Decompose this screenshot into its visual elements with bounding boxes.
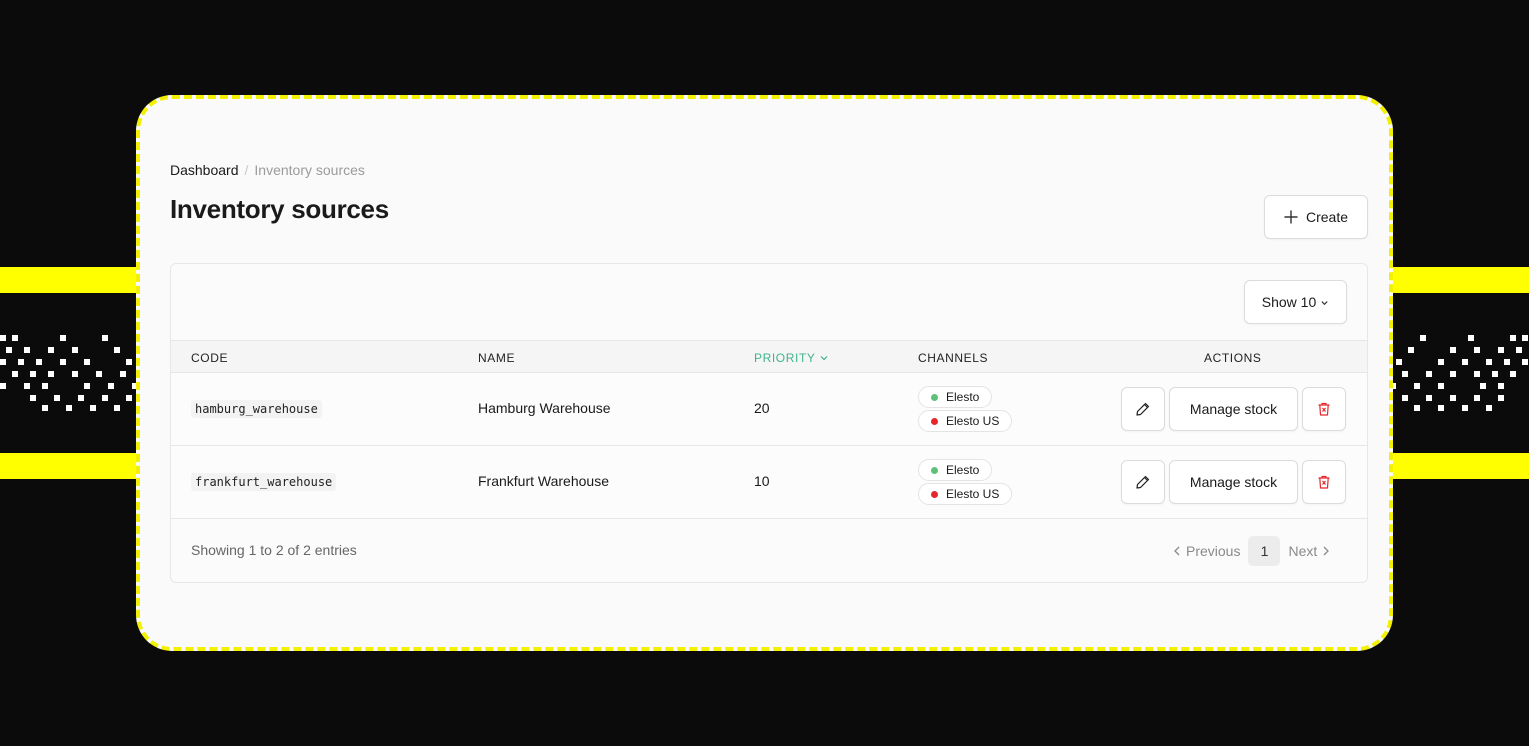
page-size-label: Show 10 (1261, 294, 1317, 310)
channel-label: Elesto US (946, 487, 1000, 501)
table-row: hamburg_warehouse Hamburg Warehouse 20 E… (171, 373, 1367, 446)
channel-label: Elesto (946, 463, 980, 477)
source-name: Hamburg Warehouse (478, 400, 611, 416)
plus-icon (1284, 210, 1298, 224)
channel-label: Elesto (946, 390, 980, 404)
column-header-priority[interactable]: PRIORITY (754, 351, 829, 365)
create-button-label: Create (1305, 209, 1349, 225)
channel-badge: Elesto (918, 386, 993, 408)
channel-badge: Elesto (918, 459, 993, 481)
column-header-priority-label: PRIORITY (754, 351, 816, 365)
entries-summary: Showing 1 to 2 of 2 entries (191, 542, 357, 558)
source-priority: 20 (754, 400, 770, 416)
delete-button[interactable] (1302, 387, 1346, 431)
channel-badge: Elesto US (918, 483, 1013, 505)
pagination: Previous 1 Next (1172, 536, 1331, 566)
next-page-button[interactable]: Next (1288, 543, 1331, 559)
status-dot-icon (931, 466, 938, 474)
edit-button[interactable] (1121, 387, 1165, 431)
chevron-right-icon (1323, 546, 1330, 556)
breadcrumb-dashboard-link[interactable]: Dashboard (170, 162, 239, 178)
source-priority: 10 (754, 473, 770, 489)
chevron-down-icon (1321, 300, 1328, 305)
manage-stock-button[interactable]: Manage stock (1169, 460, 1298, 504)
status-dot-icon (931, 393, 938, 401)
channel-badge: Elesto US (918, 410, 1013, 432)
app-window: Dashboard / Inventory sources Inventory so… (136, 95, 1393, 651)
column-header-actions: ACTIONS (1204, 351, 1262, 365)
chevron-left-icon (1174, 546, 1180, 556)
page-size-select[interactable]: Show 10 (1244, 280, 1347, 324)
table-header: CODE NAME PRIORITY CHANNELS ACTIONS (171, 340, 1367, 373)
channel-label: Elesto US (946, 414, 1000, 428)
breadcrumb: Dashboard / Inventory sources (170, 162, 365, 178)
decor-dot-pattern-right (1390, 335, 1528, 411)
column-header-name: NAME (478, 351, 516, 365)
column-header-channels: CHANNELS (918, 351, 989, 365)
pencil-icon (1136, 402, 1150, 416)
page-number-button[interactable]: 1 (1248, 536, 1281, 566)
previous-page-label: Previous (1186, 543, 1241, 559)
breadcrumb-separator: / (244, 162, 249, 178)
decor-dot-pattern-left (0, 335, 138, 411)
source-name: Frankfurt Warehouse (478, 473, 609, 489)
pencil-icon (1136, 475, 1150, 489)
previous-page-button[interactable]: Previous (1172, 543, 1240, 559)
manage-stock-button[interactable]: Manage stock (1169, 387, 1298, 431)
column-header-code: CODE (191, 351, 229, 365)
table-row: frankfurt_warehouse Frankfurt Warehouse … (171, 446, 1367, 519)
edit-button[interactable] (1121, 460, 1165, 504)
trash-icon (1318, 475, 1330, 489)
status-dot-icon (931, 417, 938, 425)
inventory-sources-table-card: Show 10 CODE NAME PRIORITY CHANNELS ACTI… (170, 263, 1368, 583)
create-button[interactable]: Create (1264, 195, 1368, 239)
delete-button[interactable] (1302, 460, 1346, 504)
trash-icon (1318, 402, 1330, 416)
source-code: hamburg_warehouse (191, 400, 322, 418)
page-title: Inventory sources (170, 194, 389, 224)
source-code: frankfurt_warehouse (191, 473, 337, 491)
breadcrumb-current: Inventory sources (254, 162, 365, 178)
sort-chevron-down-icon (821, 356, 828, 361)
next-page-label: Next (1288, 543, 1318, 559)
status-dot-icon (931, 490, 938, 498)
